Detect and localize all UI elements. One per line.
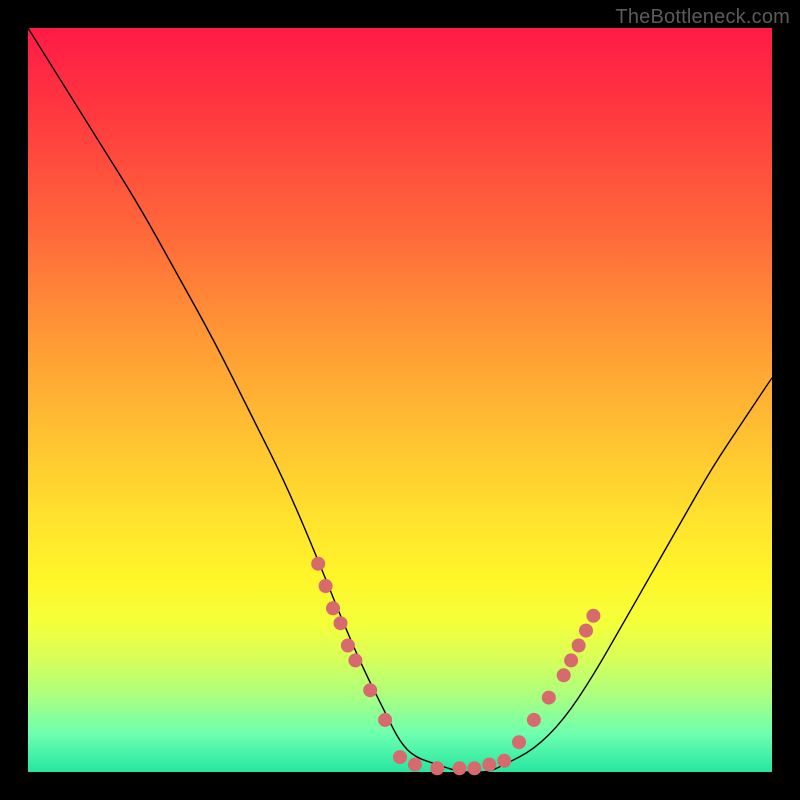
marker-dot [512, 735, 526, 749]
marker-dot [408, 758, 422, 772]
marker-dot [348, 653, 362, 667]
marker-dot [527, 713, 541, 727]
marker-dot [363, 683, 377, 697]
chart-svg [28, 28, 772, 772]
gradient-plot-area [28, 28, 772, 772]
marker-dot [482, 758, 496, 772]
watermark-label: TheBottleneck.com [615, 6, 790, 29]
marker-dots-group [311, 557, 600, 776]
marker-dot [319, 579, 333, 593]
marker-dot [586, 609, 600, 623]
marker-dot [334, 616, 348, 630]
marker-dot [542, 691, 556, 705]
marker-dot [579, 624, 593, 638]
marker-dot [467, 761, 481, 775]
bottleneck-curve [28, 28, 772, 772]
marker-dot [564, 653, 578, 667]
marker-dot [393, 750, 407, 764]
marker-dot [378, 713, 392, 727]
marker-dot [497, 754, 511, 768]
marker-dot [311, 557, 325, 571]
marker-dot [572, 639, 586, 653]
marker-dot [326, 601, 340, 615]
marker-dot [341, 639, 355, 653]
marker-dot [557, 668, 571, 682]
marker-dot [453, 761, 467, 775]
marker-dot [430, 761, 444, 775]
